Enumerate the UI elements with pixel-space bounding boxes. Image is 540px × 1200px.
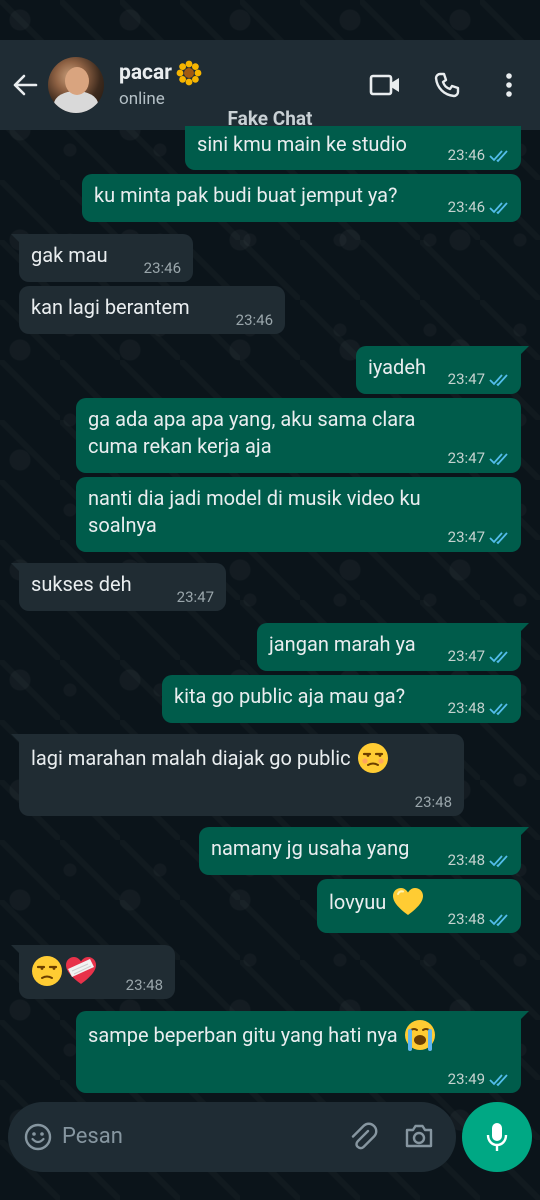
message-text: jangan marah ya [269,632,416,656]
message-content: sampe beperban gitu yang hati nya [88,1019,436,1051]
message-text: kita go public aja mau ga? [174,684,406,708]
message-time: 23:47 [447,370,485,388]
message-meta: 23:47 [448,445,511,472]
message-bubble-outgoing[interactable]: sampe beperban gitu yang hati nya 23:49 [76,1011,529,1093]
read-receipt-icon [489,149,508,162]
emoji-icon[interactable] [24,1123,52,1151]
message-meta: 23:47 [448,643,511,670]
message-text: ga ada apa apa yang, aku sama clara cuma… [88,407,416,458]
mending-heart-icon [66,957,96,984]
message-text: lovyuu [329,889,387,914]
read-receipt-icon [489,702,508,715]
message-bubble-incoming[interactable]: gak mau 23:46 [11,234,193,282]
message-text: nanti dia jadi model di musik video ku s… [88,486,421,537]
message-bubble-incoming[interactable]: kan lagi berantem 23:46 [19,286,285,334]
message-time: 23:47 [176,588,214,606]
back-arrow-icon[interactable] [8,68,42,102]
message-bubble-outgoing[interactable]: ga ada apa apa yang, aku sama clara cuma… [76,398,521,473]
message-bubble-incoming[interactable]: sukses deh 23:47 [11,563,226,611]
message-meta: 23:46 [448,194,511,221]
yellow-heart-icon [393,888,424,915]
contact-name-row[interactable]: pacar [119,60,202,86]
message-content [31,955,98,987]
message-content: lagi marahan malah diajak go public [31,742,389,774]
watermark: Fake Chat [227,107,313,130]
message-text: ku minta pak budi buat jemput ya? [94,183,398,207]
message-time: 23:48 [447,851,485,869]
message-bubble-incoming[interactable]: 23:48 [11,945,175,999]
loudly-crying-face-icon [404,1020,435,1051]
message-meta: 23:49 [448,1066,511,1093]
read-receipt-icon [489,913,508,926]
read-receipt-icon [489,854,508,867]
message-time: 23:48 [125,976,163,994]
message-meta: 23:48 [448,847,511,874]
message-composer[interactable]: Pesan [8,1102,456,1172]
unamused-face-icon [32,956,62,986]
mic-button[interactable] [462,1102,532,1172]
message-bubble-outgoing[interactable]: sini kmu main ke studio 23:46 [185,126,521,170]
message-time: 23:48 [414,793,452,811]
microphone-icon [486,1123,508,1151]
message-time: 23:47 [447,647,485,665]
read-receipt-icon [489,452,508,465]
sunflower-icon [176,60,202,86]
message-bubble-outgoing[interactable]: iyadeh 23:47 [356,346,529,394]
message-bubble-outgoing[interactable]: ku minta pak budi buat jemput ya? 23:46 [82,174,521,222]
message-input[interactable]: Pesan [62,1124,123,1149]
message-meta: 23:47 [448,524,511,551]
message-text: sini kmu main ke studio [197,132,407,156]
contact-name: pacar [119,61,172,85]
message-text: namany jg usaha yang [211,836,410,860]
message-time: 23:46 [447,198,485,216]
message-content: lovyuu [329,887,424,917]
message-text: lagi marahan malah diajak go public [31,745,351,770]
message-time: 23:46 [143,259,181,277]
message-bubble-outgoing[interactable]: lovyuu 23:48 [317,879,521,933]
read-receipt-icon [489,531,508,544]
message-meta: 23:48 [448,906,511,933]
message-meta: 23:47 [448,366,511,393]
message-bubble-outgoing[interactable]: namany jg usaha yang 23:48 [199,827,529,875]
message-time: 23:48 [447,699,485,717]
video-call-icon[interactable] [368,68,402,102]
message-time: 23:46 [447,146,485,164]
voice-call-icon[interactable] [430,68,464,102]
read-receipt-icon [489,373,508,386]
message-text: iyadeh [368,355,426,379]
message-meta: 23:46 [448,142,511,169]
contact-status: online [119,89,165,109]
more-options-icon[interactable] [492,68,526,102]
message-time: 23:48 [447,910,485,928]
message-meta: 23:48 [448,695,511,722]
message-time: 23:47 [447,528,485,546]
camera-icon[interactable] [404,1123,434,1149]
read-receipt-icon [489,201,508,214]
attachment-icon[interactable] [348,1122,378,1152]
message-text: gak mau [31,243,108,267]
unamused-face-icon [357,743,388,773]
message-bubble-incoming[interactable]: lagi marahan malah diajak go public 23:4… [11,734,464,816]
message-text: sampe beperban gitu yang hati nya [88,1022,398,1047]
message-text: kan lagi berantem [31,295,190,319]
read-receipt-icon [489,1073,508,1086]
message-bubble-outgoing[interactable]: nanti dia jadi model di musik video ku s… [76,477,521,552]
message-time: 23:47 [447,449,485,467]
message-time: 23:49 [447,1070,485,1088]
message-time: 23:46 [235,311,273,329]
contact-avatar[interactable] [48,57,104,113]
message-text: sukses deh [31,572,132,596]
read-receipt-icon [489,650,508,663]
message-bubble-outgoing[interactable]: kita go public aja mau ga? 23:48 [162,675,521,723]
message-bubble-outgoing[interactable]: jangan marah ya 23:47 [257,623,529,671]
